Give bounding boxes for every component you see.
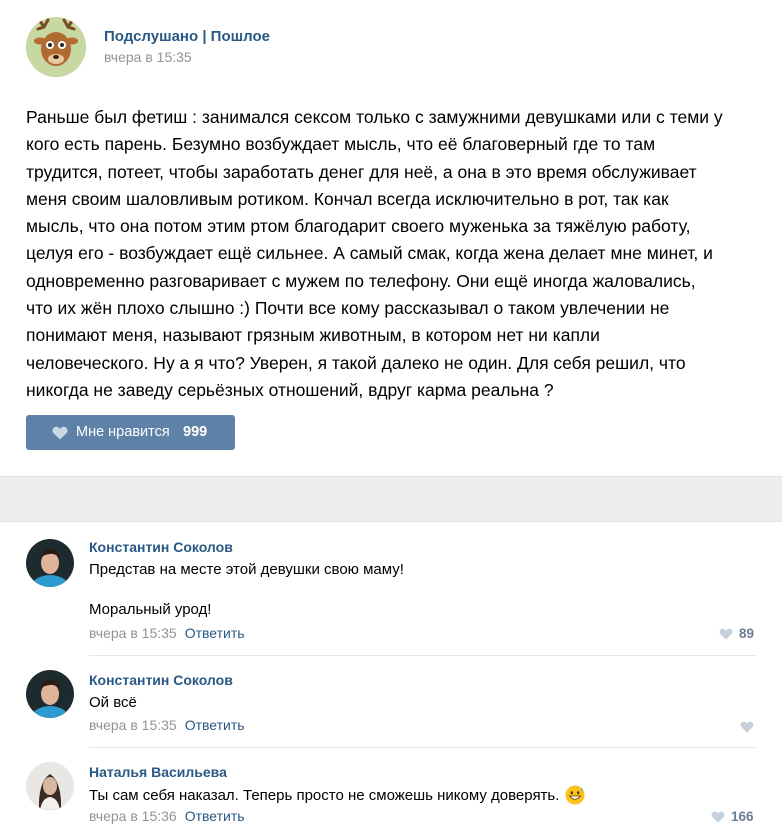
reply-link[interactable]: Ответить (185, 808, 245, 824)
avatar-photo (26, 539, 74, 587)
reply-link[interactable]: Ответить (185, 717, 245, 733)
heart-icon (52, 426, 68, 440)
post-text-line: никогда не заведу серьёзных отношений, в… (26, 379, 554, 400)
like-count: 999 (183, 424, 208, 440)
comment-meta: вчера в 15:35 Ответить (89, 625, 245, 641)
comment-timestamp[interactable]: вчера в 15:36 (89, 808, 177, 824)
grinning-sweat-emoji-icon (565, 785, 585, 805)
comment-item: Константин Соколов Ой всё вчера в 15:35 О… (0, 656, 782, 748)
post-text-line: что их жён плохо слышно :) Почти все ком… (26, 298, 670, 319)
group-name-link[interactable]: Подслушано | Пошлое (104, 28, 270, 45)
comment-meta: вчера в 15:36 Ответить (89, 808, 245, 824)
deer-mascot-icon (26, 17, 86, 77)
heart-icon (719, 628, 733, 640)
comment-like-count: 89 (739, 626, 755, 641)
comment-like-button[interactable]: 89 (719, 626, 754, 641)
avatar[interactable] (26, 539, 74, 587)
comment-text: Ты сам себя наказал. Теперь просто не см… (89, 787, 560, 804)
comment-like-button[interactable]: 166 (711, 809, 754, 824)
avatar[interactable] (26, 762, 74, 810)
comment-like-count: 166 (731, 809, 754, 824)
comment-text: Моральный урод! (89, 601, 212, 618)
post-text: Раньше был фетиш : занимался сексом толь… (26, 104, 761, 404)
like-button[interactable]: Мне нравится 999 (26, 415, 235, 450)
section-divider (0, 476, 782, 522)
comment-meta: вчера в 15:35 Ответить (89, 717, 245, 733)
comment-like-button[interactable] (740, 719, 760, 734)
wall-post: Подслушано | Пошлое вчера в 15:35 Раньше… (0, 0, 782, 476)
post-text-line: Раньше был фетиш : занимался сексом толь… (26, 107, 723, 127)
post-text-line: кого есть парень. Безумно возбуждает мыс… (26, 134, 656, 155)
comment-author[interactable]: Константин Соколов (89, 672, 233, 688)
post-text-line: меня своим шаловливым ротиком. Кончал вс… (26, 188, 669, 209)
comment-author[interactable]: Наталья Васильева (89, 764, 227, 780)
comment-timestamp[interactable]: вчера в 15:35 (89, 625, 177, 641)
avatar-photo (26, 670, 74, 718)
post-text-line: одновременно разговаривает с мужем по те… (26, 270, 696, 291)
post-text-line: понимают меня, называют грязным животным… (26, 325, 600, 346)
post-text-line: человеческого. Ну а я что? Уверен, я так… (26, 352, 686, 373)
comment-item: Константин Соколов Представ на месте это… (0, 522, 782, 656)
post-text-line: целуя его - возбуждает ещё сильнее. А са… (26, 243, 713, 264)
heart-icon (740, 721, 754, 733)
comment-author[interactable]: Константин Соколов (89, 539, 233, 555)
like-button-label: Мне нравится (76, 424, 170, 440)
comment-timestamp[interactable]: вчера в 15:35 (89, 717, 177, 733)
avatar-photo (26, 762, 74, 810)
post-text-line: трудится, потеет, чтобы заработать денег… (26, 161, 697, 182)
comment-text: Ой всё (89, 694, 137, 711)
heart-icon (711, 811, 725, 823)
post-timestamp[interactable]: вчера в 15:35 (104, 49, 192, 65)
comment-text: Представ на месте этой девушки свою маму… (89, 561, 404, 578)
post-text-line: мысль, что она потом этим ртом благодари… (26, 216, 691, 237)
group-avatar[interactable] (26, 17, 86, 77)
avatar[interactable] (26, 670, 74, 718)
comment-item: Наталья Васильева Ты сам себя наказал. Т… (0, 748, 782, 827)
reply-link[interactable]: Ответить (185, 625, 245, 641)
comment-text-row: Ты сам себя наказал. Теперь просто не см… (89, 785, 585, 805)
